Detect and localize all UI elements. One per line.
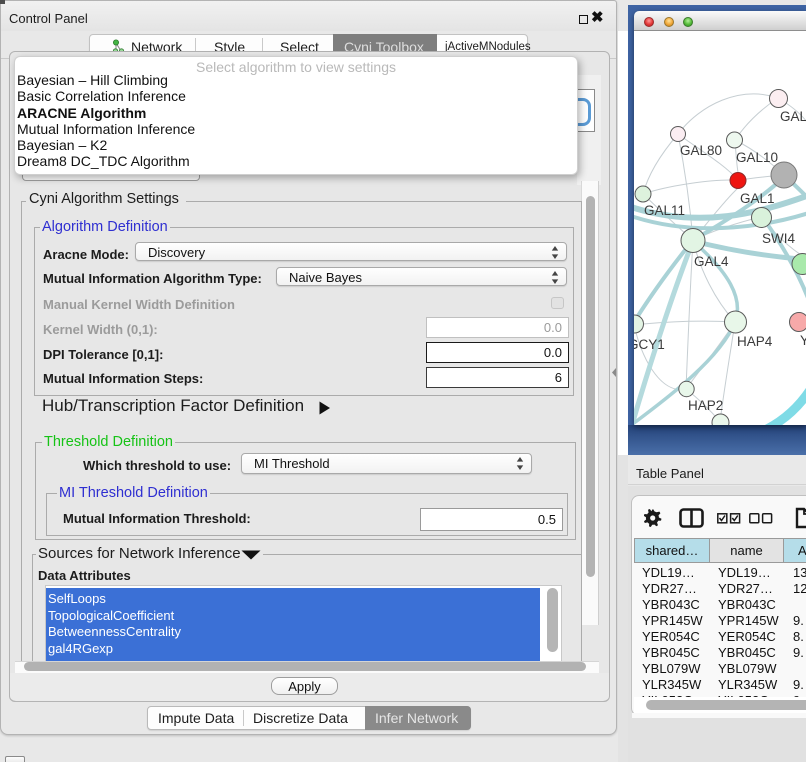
svg-text:GCY1: GCY1 (634, 337, 665, 352)
svg-text:GAL4: GAL4 (694, 254, 729, 269)
svg-text:Y: Y (800, 333, 806, 348)
svg-text:GAL11: GAL11 (644, 203, 685, 218)
svg-text:HAP2: HAP2 (688, 398, 723, 413)
svg-text:SWI4: SWI4 (762, 231, 795, 246)
svg-text:GAL7: GAL7 (780, 109, 806, 124)
svg-text:HAP4: HAP4 (737, 334, 773, 349)
svg-text:GAL80: GAL80 (680, 143, 722, 158)
svg-text:GAL1: GAL1 (740, 191, 775, 206)
svg-text:GAL10: GAL10 (736, 150, 778, 165)
